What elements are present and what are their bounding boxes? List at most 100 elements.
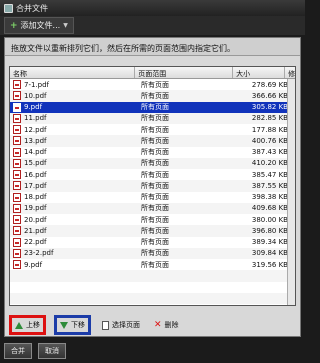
choose-pages-button[interactable]: 选择页面: [99, 318, 143, 332]
pdf-icon: [13, 237, 21, 247]
remove-label: 删除: [164, 321, 179, 329]
file-name: 21.pdf: [24, 226, 47, 235]
column-header-pages[interactable]: 页面范围: [135, 67, 234, 78]
file-name-cell: 11.pdf: [10, 113, 138, 123]
table-row[interactable]: 18.pdf 所有页面 398.38 KB: [10, 192, 295, 203]
page-range-cell[interactable]: 所有页面: [138, 226, 238, 236]
table-row[interactable]: 23-2.pdf 所有页面 309.84 KB: [10, 247, 295, 259]
page-range-cell[interactable]: 所有页面: [138, 237, 238, 247]
file-table: 名称 页面范围 大小 修 7-1.pdf 所有页面 278.69 KB 10.pdf 所…: [9, 66, 296, 306]
table-row[interactable]: 14.pdf 所有页面 387.43 KB: [10, 147, 295, 158]
page-range-cell[interactable]: 所有页面: [138, 181, 238, 191]
column-header-size[interactable]: 大小: [233, 67, 286, 78]
page-range-cell[interactable]: 所有页面: [138, 203, 238, 213]
table-body: 7-1.pdf 所有页面 278.69 KB 10.pdf 所有页面 366.66 KB 9…: [10, 79, 295, 304]
add-files-button[interactable]: + 添加文件... ▼: [4, 17, 74, 34]
page-range-cell[interactable]: 所有页面: [138, 136, 238, 146]
table-row[interactable]: 19.pdf 所有页面 409.68 KB: [10, 202, 295, 214]
page-range-cell[interactable]: 所有页面: [138, 147, 238, 157]
table-row[interactable]: 17.pdf 所有页面 387.55 KB: [10, 180, 295, 192]
pdf-icon: [13, 181, 21, 191]
file-name: 14.pdf: [24, 148, 47, 157]
file-size-cell: 398.38 KB: [251, 193, 288, 202]
page-range-cell[interactable]: 所有页面: [138, 215, 238, 225]
table-row[interactable]: [10, 270, 295, 282]
page-range-cell[interactable]: 所有页面: [138, 248, 238, 258]
file-name-cell: 9.pdf: [10, 260, 138, 270]
table-row[interactable]: 9.pdf 所有页面 305.82 KB: [10, 101, 295, 113]
table-row[interactable]: 13.pdf 所有页面 400.76 KB: [10, 135, 295, 147]
move-down-button[interactable]: 下移: [54, 315, 91, 335]
file-size-cell: 385.47 KB: [251, 170, 288, 179]
file-name-cell: 12.pdf: [10, 125, 138, 135]
page-range-cell[interactable]: 所有页面: [138, 113, 238, 123]
pdf-icon: [13, 147, 21, 157]
page-range-cell[interactable]: 所有页面: [138, 170, 238, 180]
instruction-text: 拖放文件以重新排列它们，然后在所需的页面范围内指定它们。: [5, 38, 300, 56]
add-icon: +: [10, 20, 18, 31]
choose-pages-label: 选择页面: [112, 321, 140, 329]
table-row[interactable]: 16.pdf 所有页面 385.47 KB: [10, 169, 295, 180]
file-name: 13.pdf: [24, 136, 47, 145]
page-range-cell[interactable]: 所有页面: [138, 192, 238, 202]
table-row[interactable]: 11.pdf 所有页面 282.85 KB: [10, 112, 295, 124]
file-size-cell: 380.00 KB: [251, 215, 288, 224]
pdf-icon: [13, 136, 21, 146]
pdf-icon: [13, 215, 21, 225]
file-size-cell: 282.85 KB: [251, 114, 288, 123]
window-title: 合并文件: [16, 3, 48, 13]
page-range-cell[interactable]: 所有页面: [138, 158, 238, 168]
arrow-up-icon: [15, 321, 23, 329]
pdf-icon: [13, 91, 21, 101]
merge-panel: 拖放文件以重新排列它们，然后在所需的页面范围内指定它们。 名称 页面范围 大小 …: [4, 37, 301, 337]
table-row[interactable]: [10, 282, 295, 293]
cancel-button[interactable]: 取消: [38, 343, 66, 359]
vertical-scrollbar[interactable]: [287, 79, 295, 305]
column-header-modified[interactable]: 修: [285, 67, 295, 78]
page-range-cell[interactable]: 所有页面: [138, 91, 238, 101]
page-range-cell[interactable]: 所有页面: [138, 102, 238, 112]
file-name-cell: 9.pdf: [10, 102, 138, 112]
file-size-cell: 309.84 KB: [251, 249, 288, 258]
document-icon: [102, 320, 109, 330]
file-name: 10.pdf: [24, 91, 47, 100]
table-row[interactable]: 22.pdf 所有页面 389.34 KB: [10, 237, 295, 248]
page-range-cell[interactable]: 所有页面: [138, 260, 238, 270]
file-name-cell: 13.pdf: [10, 136, 138, 146]
pdf-icon: [13, 113, 21, 123]
table-row[interactable]: 12.pdf 所有页面 177.88 KB: [10, 124, 295, 135]
file-size-cell: 319.56 KB: [251, 260, 288, 269]
table-row[interactable]: 7-1.pdf 所有页面 278.69 KB: [10, 79, 295, 90]
app-icon: [4, 3, 13, 13]
file-name: 22.pdf: [24, 238, 47, 247]
merge-button[interactable]: 合并: [4, 343, 32, 359]
chevron-down-icon[interactable]: ▼: [63, 22, 68, 29]
toolbar: + 添加文件... ▼: [0, 16, 305, 35]
file-size-cell: 387.43 KB: [251, 148, 288, 157]
table-row[interactable]: 21.pdf 所有页面 396.80 KB: [10, 225, 295, 237]
add-files-label: 添加文件...: [20, 21, 61, 30]
bottom-bar: 合并 取消: [0, 339, 305, 363]
file-name: 7-1.pdf: [24, 80, 50, 89]
page-range-cell[interactable]: 所有页面: [138, 80, 238, 90]
file-name-cell: 14.pdf: [10, 147, 138, 157]
file-name: 9.pdf: [24, 103, 43, 112]
remove-button[interactable]: ✕ 删除: [151, 318, 182, 332]
table-row[interactable]: [10, 292, 295, 304]
file-size-cell: 410.20 KB: [251, 159, 288, 168]
table-row[interactable]: 20.pdf 所有页面 380.00 KB: [10, 214, 295, 225]
table-row[interactable]: 9.pdf 所有页面 319.56 KB: [10, 259, 295, 270]
table-row[interactable]: 15.pdf 所有页面 410.20 KB: [10, 157, 295, 169]
window-title-bar: 合并文件: [0, 0, 305, 16]
page-range-cell[interactable]: 所有页面: [138, 125, 238, 135]
table-row[interactable]: 10.pdf 所有页面 366.66 KB: [10, 90, 295, 102]
file-name-cell: 21.pdf: [10, 226, 138, 236]
file-name: 12.pdf: [24, 125, 47, 134]
file-name-cell: 23-2.pdf: [10, 248, 138, 258]
file-name-cell: 18.pdf: [10, 192, 138, 202]
file-name: 17.pdf: [24, 181, 47, 190]
move-up-button[interactable]: 上移: [9, 315, 46, 335]
column-header-name[interactable]: 名称: [10, 67, 136, 78]
file-name-cell: 20.pdf: [10, 215, 138, 225]
table-header: 名称 页面范围 大小 修: [10, 67, 295, 79]
